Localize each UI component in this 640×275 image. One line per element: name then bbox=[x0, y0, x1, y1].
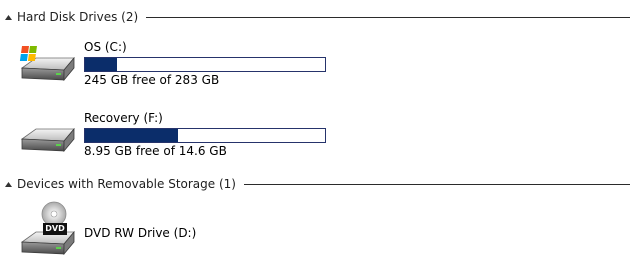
collapse-arrow-icon[interactable] bbox=[4, 10, 13, 24]
dvd-badge-label: DVD bbox=[45, 224, 65, 233]
computer-drives-view: Hard Disk Drives (2) OS (C:) 245 GB free… bbox=[0, 0, 640, 275]
drive-free-space: 245 GB free of 283 GB bbox=[84, 73, 220, 87]
drive-name: OS (C:) bbox=[84, 40, 127, 54]
drive-name: Recovery (F:) bbox=[84, 111, 163, 125]
drive-usage-fill bbox=[85, 58, 118, 71]
group-label: Devices with Removable Storage (1) bbox=[17, 177, 236, 191]
hard-drive-icon bbox=[16, 111, 76, 171]
group-divider bbox=[243, 183, 630, 185]
group-label: Hard Disk Drives (2) bbox=[17, 10, 139, 24]
drive-item-dvd-rw-d[interactable]: DVD DVD RW Drive (D:) bbox=[0, 200, 640, 260]
group-header-hard-disk-drives[interactable]: Hard Disk Drives (2) bbox=[0, 10, 630, 24]
group-divider bbox=[146, 16, 630, 18]
drive-free-space: 8.95 GB free of 14.6 GB bbox=[84, 144, 227, 158]
dvd-drive-icon: DVD bbox=[16, 200, 76, 260]
drive-item-os-c[interactable]: OS (C:) 245 GB free of 283 GB bbox=[0, 40, 640, 100]
drive-usage-bar bbox=[84, 57, 326, 72]
collapse-arrow-icon[interactable] bbox=[4, 177, 13, 191]
group-header-removable-storage[interactable]: Devices with Removable Storage (1) bbox=[0, 177, 630, 191]
drive-item-recovery-f[interactable]: Recovery (F:) 8.95 GB free of 14.6 GB bbox=[0, 111, 640, 171]
drive-usage-bar bbox=[84, 128, 326, 143]
drive-usage-fill bbox=[85, 129, 178, 142]
windows-hard-drive-icon bbox=[16, 40, 76, 100]
drive-name: DVD RW Drive (D:) bbox=[84, 226, 197, 240]
